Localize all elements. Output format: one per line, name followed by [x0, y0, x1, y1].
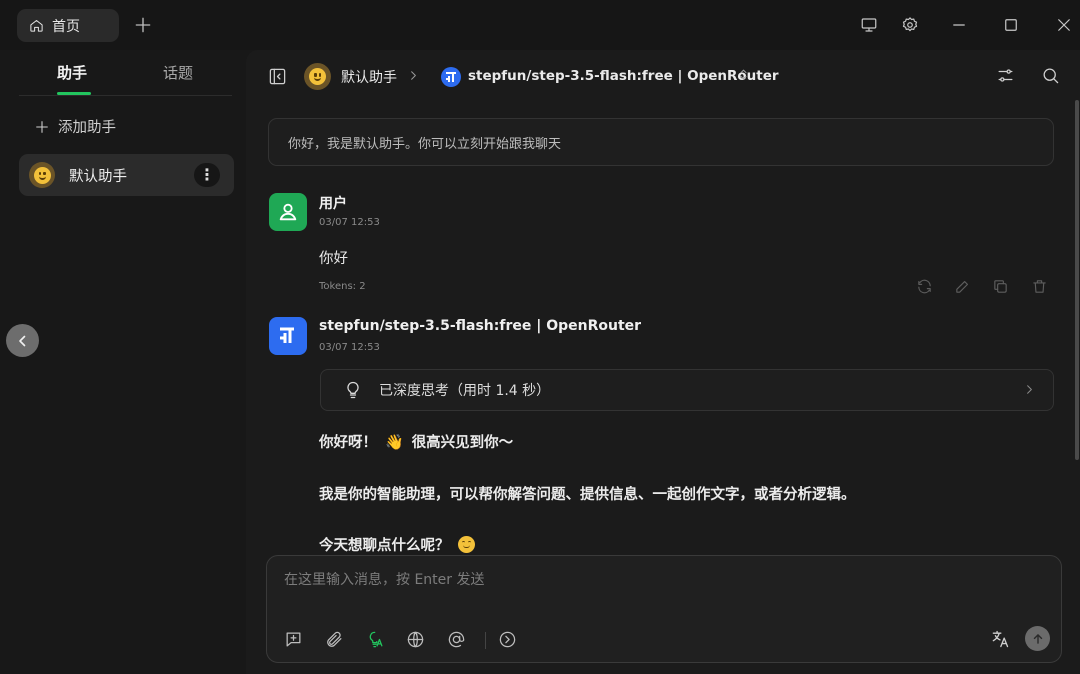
welcome-message: 你好，我是默认助手。你可以立刻开始跟我聊天: [268, 118, 1054, 166]
thinking-label: 已深度思考（用时 1.4 秒）: [379, 383, 551, 399]
reply-paragraph: 你好呀！ 👋 很高兴见到你～: [319, 431, 513, 452]
new-topic-icon[interactable]: [284, 630, 303, 649]
reply-paragraph: 今天想聊点什么呢？: [319, 534, 475, 555]
minimize-icon[interactable]: [950, 16, 968, 34]
lightbulb-icon: [343, 380, 363, 400]
maximize-icon[interactable]: [1002, 16, 1020, 34]
message-author: 用户: [319, 196, 347, 212]
sliders-icon[interactable]: [996, 66, 1015, 85]
home-icon: [29, 18, 44, 33]
delete-icon[interactable]: [1031, 278, 1048, 295]
paperclip-icon[interactable]: [325, 630, 344, 649]
more-options-icon[interactable]: ⋮: [194, 163, 220, 187]
tab-home[interactable]: 首页: [17, 9, 119, 42]
title-bar: 首页: [0, 0, 1080, 50]
globe-icon[interactable]: [406, 630, 425, 649]
chevron-right-icon: [406, 68, 421, 83]
tab-home-label: 首页: [52, 18, 80, 35]
monitor-icon[interactable]: [860, 16, 878, 34]
tab-topics[interactable]: 话题: [163, 62, 193, 83]
translate-icon[interactable]: [990, 629, 1010, 649]
copy-icon[interactable]: [992, 278, 1009, 295]
sidebar-toggle-icon[interactable]: [268, 67, 287, 86]
search-icon[interactable]: [1041, 66, 1060, 85]
reply-question: 今天想聊点什么呢？: [319, 538, 450, 554]
close-icon[interactable]: [1055, 16, 1073, 34]
message-author: stepfun/step-3.5-flash:free | OpenRouter: [319, 318, 642, 334]
add-assistant-label: 添加助手: [58, 120, 116, 136]
user-avatar-icon: [269, 193, 307, 231]
plus-icon: [34, 119, 50, 135]
mention-icon[interactable]: [447, 630, 466, 649]
gear-icon[interactable]: [901, 16, 919, 34]
scrollbar[interactable]: [1075, 100, 1079, 460]
chat-panel: 默认助手 stepfun/step-3.5-flash:free | OpenR…: [246, 50, 1080, 674]
tab-assistants[interactable]: 助手: [57, 62, 87, 83]
stepfun-logo-icon: [441, 67, 461, 87]
message-timestamp: 03/07 12:53: [319, 217, 380, 228]
assistant-name: 默认助手: [69, 168, 127, 185]
edit-icon[interactable]: [954, 278, 971, 295]
reply-paragraph: 我是你的智能助理，可以帮你解答问题、提供信息、一起创作文字，或者分析逻辑。: [319, 487, 856, 503]
assistant-list-item[interactable]: 默认助手 ⋮: [19, 154, 234, 196]
send-button[interactable]: [1025, 626, 1050, 651]
waving-hand-icon: 👋: [385, 432, 404, 451]
chevron-right-icon: [1022, 382, 1037, 397]
regenerate-icon[interactable]: [916, 278, 933, 295]
model-selector[interactable]: stepfun/step-3.5-flash:free | OpenRouter: [468, 68, 779, 84]
add-assistant-button[interactable]: 添加助手: [34, 116, 116, 137]
reply-greeting-cont: 很高兴见到你～: [411, 435, 514, 451]
deep-thinking-icon[interactable]: [366, 630, 385, 649]
assistant-avatar[interactable]: [304, 63, 331, 90]
chevron-up-down-icon[interactable]: [736, 67, 751, 82]
smiley-avatar-icon: [29, 162, 55, 188]
expand-tools-icon[interactable]: [498, 630, 517, 649]
collapse-sidebar-button[interactable]: [6, 324, 39, 357]
divider: [19, 95, 232, 96]
header-assistant-name[interactable]: 默认助手: [341, 67, 397, 87]
reply-greeting: 你好呀！: [319, 435, 377, 451]
divider: [485, 632, 486, 649]
new-tab-button[interactable]: [133, 15, 153, 35]
thinking-panel[interactable]: 已深度思考（用时 1.4 秒）: [320, 369, 1054, 411]
stepfun-model-avatar-icon: [269, 317, 307, 355]
smiling-face-icon: [457, 536, 475, 553]
chat-header: 默认助手 stepfun/step-3.5-flash:free | OpenR…: [246, 50, 1080, 102]
smiley-icon: [304, 63, 331, 90]
message-text: 你好: [319, 251, 348, 267]
message-timestamp: 03/07 12:53: [319, 342, 380, 353]
message-input[interactable]: [284, 572, 984, 588]
message-composer: [266, 555, 1062, 663]
token-count: Tokens: 2: [319, 281, 366, 292]
sidebar: 助手 话题 添加助手 默认助手 ⋮: [0, 50, 246, 674]
